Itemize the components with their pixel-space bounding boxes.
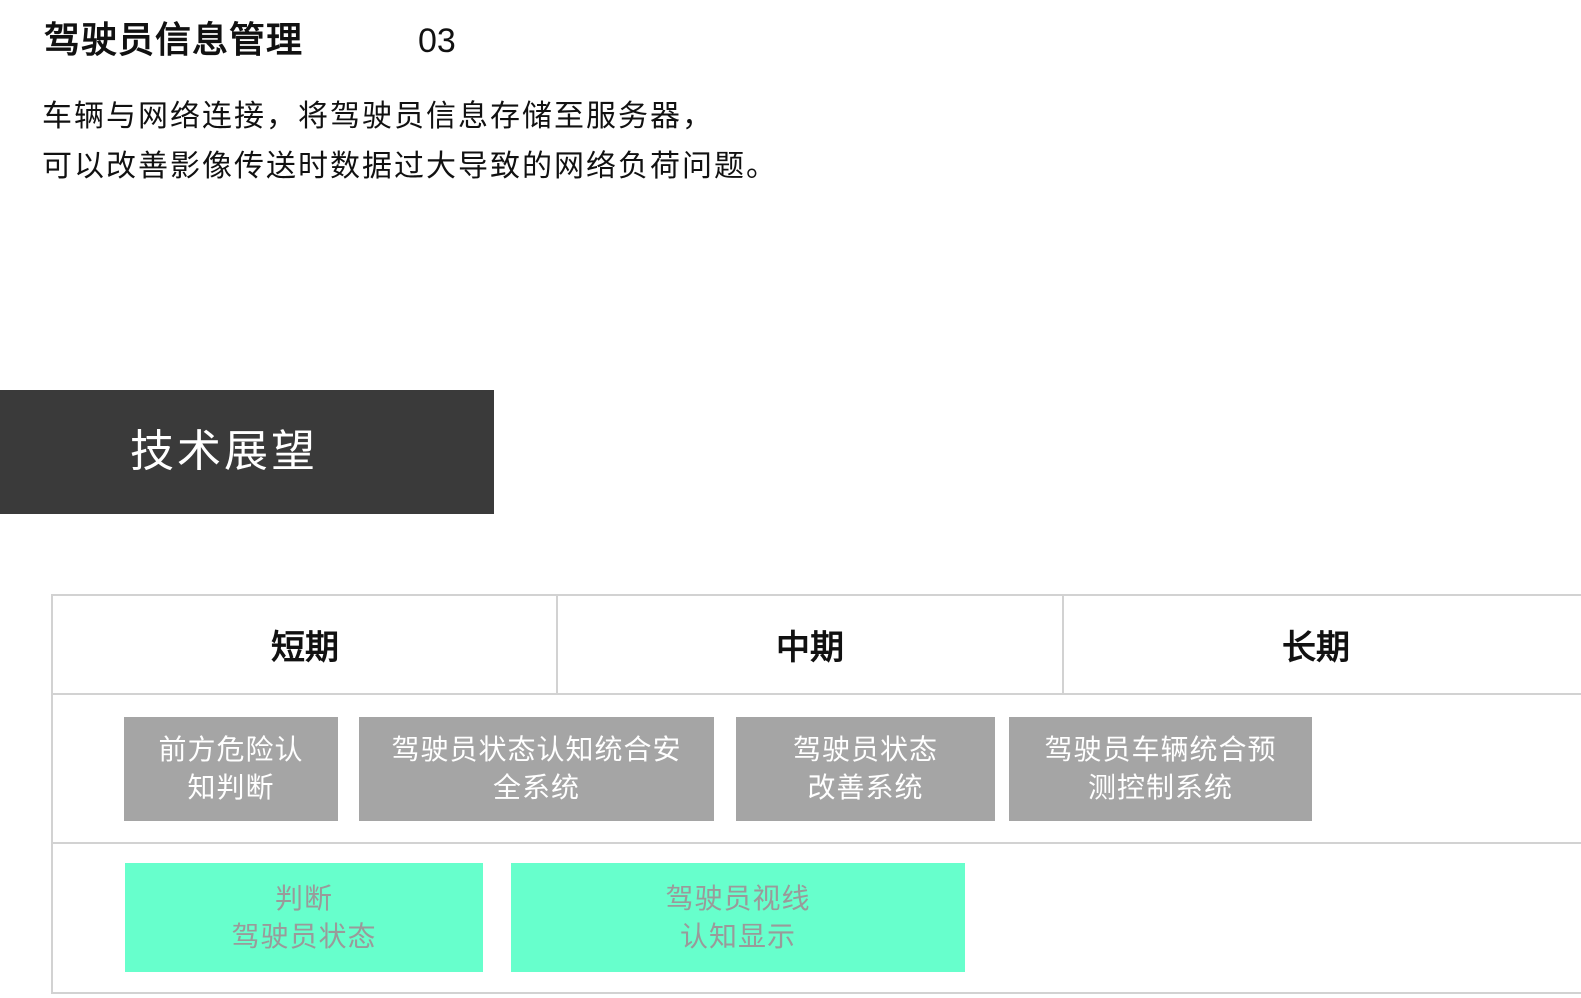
description-line-1: 车辆与网络连接，将驾驶员信息存储至服务器， xyxy=(42,99,714,134)
tech-box-line: 驾驶员状态认知统合安 xyxy=(391,733,682,766)
tech-box-line: 全系统 xyxy=(492,771,580,804)
phase-mid-term: 中期 xyxy=(776,628,844,668)
tech-box-line: 前方危险认 xyxy=(158,733,304,766)
tech-box-line: 判断 xyxy=(274,881,333,915)
tech-box-forward-hazard: 前方危险认 知判断 xyxy=(124,717,338,821)
page-title: 驾驶员信息管理 xyxy=(44,20,304,61)
description: 车辆与网络连接，将驾驶员信息存储至服务器， 可以改善影像传送时数据过大导致的网络… xyxy=(42,92,778,192)
row-divider xyxy=(53,842,1581,844)
phase-long-term: 长期 xyxy=(1282,628,1350,668)
tech-box-line: 测控制系统 xyxy=(1087,771,1233,804)
tech-box-gaze-display: 驾驶员视线 认知显示 xyxy=(511,863,965,972)
section-banner: 技术展望 xyxy=(0,390,494,514)
tech-box-line: 驾驶员状态 xyxy=(792,733,938,766)
tech-box-driver-state-judge: 判断 驾驶员状态 xyxy=(125,863,483,972)
tech-box-predictive-control: 驾驶员车辆统合预 测控制系统 xyxy=(1009,717,1312,821)
row-divider xyxy=(53,693,1581,695)
tech-box-line: 改善系统 xyxy=(807,771,924,804)
tech-box-driver-state-improve: 驾驶员状态 改善系统 xyxy=(736,717,995,821)
tech-box-line: 认知显示 xyxy=(679,919,796,953)
tech-box-line: 驾驶员状态 xyxy=(231,919,377,953)
section-number: 03 xyxy=(418,22,456,60)
tech-box-line: 知判断 xyxy=(187,771,275,804)
roadmap-table: 短期 中期 长期 前方危险认 知判断 驾驶员状态认知统合安 全系统 驾驶员状态 … xyxy=(51,594,1581,994)
section-title: 技术展望 xyxy=(130,426,318,477)
phase-short-term: 短期 xyxy=(271,628,339,668)
tech-box-line: 驾驶员车辆统合预 xyxy=(1044,733,1277,766)
description-line-2: 可以改善影像传送时数据过大导致的网络负荷问题。 xyxy=(42,149,778,184)
tech-box-driver-state-safety: 驾驶员状态认知统合安 全系统 xyxy=(359,717,714,821)
tech-box-line: 驾驶员视线 xyxy=(665,881,811,915)
